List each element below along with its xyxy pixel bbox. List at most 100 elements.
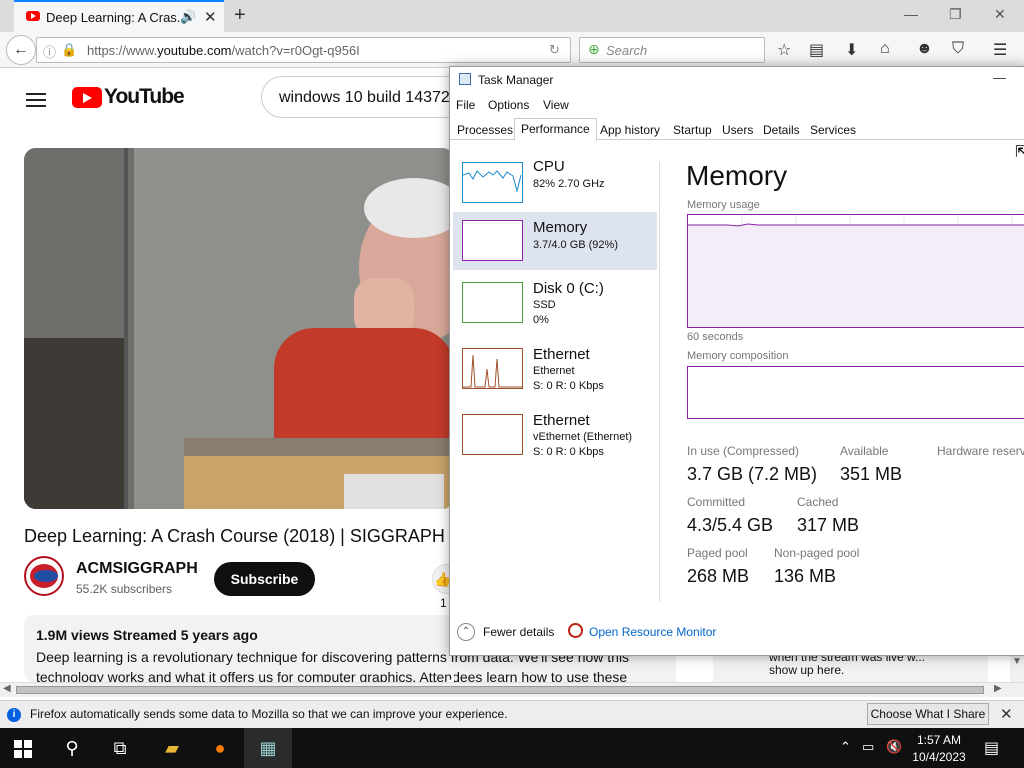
youtube-logo-icon[interactable] [72, 87, 102, 108]
chat-icon[interactable]: ☻ [916, 40, 933, 58]
cpu-mini-graph [462, 162, 523, 203]
paged-pool-label: Paged pool [687, 546, 748, 560]
menu-file[interactable]: File [456, 98, 475, 112]
clock-time[interactable]: 1:57 AM [914, 733, 964, 747]
new-tab-button[interactable]: + [234, 4, 246, 27]
minimize-button[interactable]: — [904, 6, 918, 22]
sidebar-item-detail: Ethernet [533, 365, 575, 377]
sidebar-item-detail: vEthernet (Ethernet) [533, 431, 633, 443]
close-tab-icon[interactable]: ✕ [204, 8, 217, 26]
notification-bar: i Firefox automatically sends some data … [0, 700, 1024, 728]
task-manager-title: Task Manager [478, 73, 554, 87]
info-icon: i [7, 708, 21, 722]
url-text: https://www.youtube.com/watch?v=r0Ogt-q9… [87, 43, 360, 58]
description-box[interactable]: 1.9M views Streamed 5 years ago Deep lea… [24, 615, 454, 682]
speaker-icon[interactable]: 🔊 [180, 9, 196, 25]
youtube-logo-text[interactable]: YouTube [104, 85, 185, 109]
mouse-cursor-icon: ⇱ [1015, 144, 1024, 161]
reload-icon[interactable]: ↻ [549, 42, 560, 58]
scroll-left-arrow-icon[interactable]: ◀ [3, 683, 11, 694]
graph-time-label: 60 seconds [687, 331, 744, 343]
video-player[interactable] [24, 148, 454, 509]
sidebar-item-memory[interactable]: Memory 3.7/4.0 GB (92%) [453, 212, 657, 270]
lock-icon: 🔒 [61, 42, 78, 57]
tab-details[interactable]: Details [757, 120, 806, 140]
sidebar-item-label: Disk 0 (C:) [533, 280, 604, 297]
search-taskbar-icon[interactable]: ⚲ [48, 728, 96, 768]
sidebar-item-label: Ethernet [533, 412, 590, 429]
sidebar-item-disk[interactable]: Disk 0 (C:) SSD 0% [453, 278, 657, 336]
bookmark-star-icon[interactable]: ☆ [777, 40, 791, 60]
tm-minimize-button[interactable]: — [993, 70, 1006, 85]
tab-processes[interactable]: Processes [451, 120, 519, 140]
video-frame [24, 148, 454, 509]
browser-tab[interactable]: Deep Learning: A Cras... 🔊 ✕ [14, 0, 224, 32]
tab-title: Deep Learning: A Cras... [46, 10, 188, 25]
restore-button[interactable]: ❐ [949, 6, 962, 23]
cached-label: Cached [797, 495, 839, 509]
task-manager-icon [459, 73, 471, 85]
menu-view[interactable]: View [543, 98, 569, 112]
live-text: show up here. [769, 663, 845, 677]
file-explorer-icon[interactable]: ▰ [148, 728, 196, 768]
menu-icon[interactable]: ☰ [993, 40, 1007, 60]
sidebar-item-ethernet[interactable]: Ethernet Ethernet S: 0 R: 0 Kbps [453, 344, 657, 402]
hamburger-menu-icon[interactable] [26, 89, 46, 111]
channel-name[interactable]: ACMSIGGRAPH [76, 560, 198, 578]
task-manager-taskbar-icon[interactable]: ▦ [244, 728, 292, 768]
memory-heading: Memory [686, 160, 788, 191]
task-view-icon[interactable]: ⧉ [96, 728, 144, 768]
committed-value: 4.3/5.4 GB [687, 515, 774, 535]
vertical-scroll-down-arrow[interactable]: ▼ [1010, 656, 1024, 682]
sidebar-item-detail-2: S: 0 R: 0 Kbps [533, 446, 604, 458]
close-window-button[interactable]: ✕ [994, 6, 1006, 23]
url-bar[interactable]: ⓘ 🔒 https://www.youtube.com/watch?v=r0Og… [36, 37, 571, 63]
search-field[interactable]: ⊕ Search [579, 37, 765, 63]
network-icon[interactable]: ▭ [862, 739, 874, 755]
tab-startup[interactable]: Startup [667, 120, 718, 140]
horizontal-scrollbar[interactable]: ◀ ▶ [0, 682, 1024, 697]
show-hidden-icons-icon[interactable]: ⌃ [840, 739, 851, 755]
sidebar-item-vethernet[interactable]: Ethernet vEthernet (Ethernet) S: 0 R: 0 … [453, 410, 657, 468]
tab-users[interactable]: Users [716, 120, 759, 140]
sidebar-item-cpu[interactable]: CPU 82% 2.70 GHz [453, 158, 657, 216]
notification-message: Firefox automatically sends some data to… [30, 707, 508, 721]
choose-what-i-share-button[interactable]: Choose What I Share [867, 703, 989, 725]
committed-label: Committed [687, 495, 746, 509]
info-icon[interactable]: ⓘ [43, 42, 56, 61]
scroll-right-arrow-icon[interactable]: ▶ [994, 683, 1002, 694]
sidebar-item-detail-2: 0% [533, 314, 549, 326]
reading-list-icon[interactable]: ▤ [809, 40, 824, 60]
available-label: Available [840, 444, 889, 458]
chevron-up-icon[interactable]: ⌃ [457, 623, 475, 641]
firefox-icon[interactable]: ● [196, 728, 244, 768]
search-placeholder: Search [606, 43, 648, 58]
tab-services[interactable]: Services [804, 120, 862, 140]
tab-app-history[interactable]: App history [594, 120, 666, 140]
clock-date[interactable]: 10/4/2023 [908, 750, 970, 764]
downloads-icon[interactable]: ⬇ [845, 40, 858, 60]
volume-muted-icon[interactable]: 🔇 [886, 739, 902, 755]
fewer-details-link[interactable]: Fewer details [483, 625, 554, 639]
sidebar-item-detail: 82% 2.70 GHz [533, 178, 605, 190]
windows-start-icon[interactable] [14, 740, 32, 758]
pocket-icon[interactable]: ⛉ [952, 40, 964, 58]
cached-value: 317 MB [797, 515, 860, 535]
sidebar-item-label: CPU [533, 158, 565, 175]
channel-avatar[interactable] [24, 556, 64, 596]
home-icon[interactable]: ⌂ [880, 40, 890, 58]
search-query: windows 10 build 14372 [279, 89, 450, 106]
youtube-search-input[interactable]: windows 10 build 14372 [261, 76, 461, 118]
paged-pool-value: 268 MB [687, 566, 750, 586]
panel-divider [659, 162, 660, 602]
menu-options[interactable]: Options [488, 98, 529, 112]
close-notification-icon[interactable]: ✕ [1000, 705, 1013, 723]
subscribe-button[interactable]: Subscribe [214, 562, 315, 596]
open-resource-monitor-link[interactable]: Open Resource Monitor [589, 625, 716, 639]
tab-performance[interactable]: Performance [514, 118, 597, 141]
scroll-thumb[interactable] [16, 686, 984, 694]
views-meta: 1.9M views Streamed 5 years ago [36, 627, 258, 643]
action-center-icon[interactable]: ▤ [984, 738, 999, 758]
like-count: 1 [440, 596, 447, 610]
back-button[interactable]: ← [6, 35, 36, 65]
